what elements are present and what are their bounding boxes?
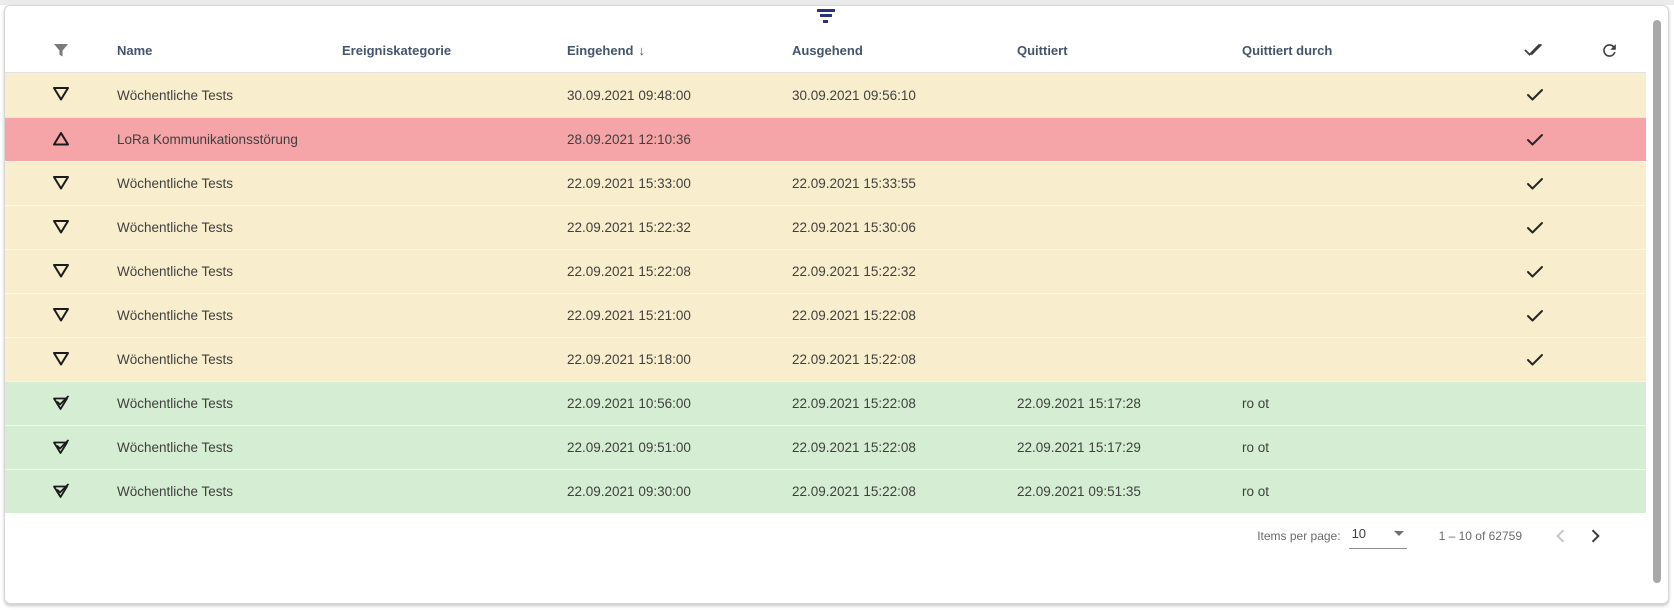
acknowledge-all-button[interactable]: [1520, 38, 1550, 62]
refresh-icon: [1600, 41, 1619, 60]
table-header-row: Name Ereigniskategorie Eingehend ↓ Ausge…: [5, 28, 1646, 73]
paginator-range-label: 1 – 10 of 62759: [1439, 529, 1522, 543]
row-quittiert-durch: ro ot: [1242, 440, 1498, 455]
filter-list-icon[interactable]: [817, 9, 835, 23]
row-eingehend: 22.09.2021 15:18:00: [567, 352, 792, 367]
table-row[interactable]: Wöchentliche Tests 22.09.2021 15:21:00 2…: [5, 293, 1646, 337]
row-quittiert-durch: ro ot: [1242, 484, 1498, 499]
row-name: Wöchentliche Tests: [117, 352, 342, 367]
column-header-ausgehend[interactable]: Ausgehend: [792, 43, 1017, 58]
card-bottom-spacer: [5, 559, 1646, 603]
column-header-quittiert-durch[interactable]: Quittiert durch: [1242, 43, 1498, 58]
acknowledge-check-icon[interactable]: [1526, 265, 1544, 279]
row-name: Wöchentliche Tests: [117, 264, 342, 279]
row-quittiert: 22.09.2021 15:17:29: [1017, 440, 1242, 455]
table-row[interactable]: Wöchentliche Tests 22.09.2021 15:18:00 2…: [5, 337, 1646, 381]
row-ausgehend: 22.09.2021 15:22:08: [792, 440, 1017, 455]
row-eingehend: 22.09.2021 15:22:08: [567, 264, 792, 279]
row-ausgehend: 22.09.2021 15:22:08: [792, 484, 1017, 499]
table-row[interactable]: Wöchentliche Tests 22.09.2021 15:33:00 2…: [5, 161, 1646, 205]
triangle-down-check-icon: [51, 438, 71, 458]
row-name: LoRa Kommunikationsstörung: [117, 132, 342, 147]
row-name: Wöchentliche Tests: [117, 176, 342, 191]
row-name: Wöchentliche Tests: [117, 440, 342, 455]
vertical-scrollbar-thumb[interactable]: [1653, 20, 1661, 583]
acknowledge-check-icon[interactable]: [1526, 177, 1544, 191]
row-eingehend: 28.09.2021 12:10:36: [567, 132, 792, 147]
column-header-ereigniskategorie[interactable]: Ereigniskategorie: [342, 43, 567, 58]
column-header-quittiert[interactable]: Quittiert: [1017, 43, 1242, 58]
row-eingehend: 22.09.2021 10:56:00: [567, 396, 792, 411]
triangle-down-icon: [51, 174, 71, 194]
acknowledge-check-icon[interactable]: [1526, 221, 1544, 235]
filter-funnel-icon[interactable]: [53, 43, 69, 58]
acknowledge-check-icon[interactable]: [1526, 353, 1544, 367]
items-per-page-select[interactable]: 10: [1349, 523, 1407, 549]
table-row[interactable]: Wöchentliche Tests 22.09.2021 09:51:00 2…: [5, 425, 1646, 469]
row-eingehend: 22.09.2021 15:22:32: [567, 220, 792, 235]
acknowledge-check-icon[interactable]: [1526, 309, 1544, 323]
table-row[interactable]: Wöchentliche Tests 22.09.2021 09:30:00 2…: [5, 469, 1646, 513]
row-eingehend: 22.09.2021 09:51:00: [567, 440, 792, 455]
triangle-down-icon: [51, 85, 71, 105]
sort-arrow-icon[interactable]: ↓: [638, 43, 645, 58]
paginator: Items per page: 10 1 – 10 of 62759: [5, 513, 1646, 559]
refresh-button[interactable]: [1596, 37, 1623, 64]
row-ausgehend: 22.09.2021 15:30:06: [792, 220, 1017, 235]
chevron-right-icon: [1585, 526, 1605, 546]
row-eingehend: 22.09.2021 15:33:00: [567, 176, 792, 191]
row-ausgehend: 22.09.2021 15:22:08: [792, 352, 1017, 367]
triangle-down-icon: [51, 350, 71, 370]
acknowledge-check-icon[interactable]: [1526, 133, 1544, 147]
page-size-value: 10: [1352, 526, 1366, 541]
row-eingehend: 22.09.2021 09:30:00: [567, 484, 792, 499]
triangle-down-check-icon: [51, 482, 71, 502]
done-all-icon: [1524, 42, 1546, 58]
triangle-down-icon: [51, 306, 71, 326]
row-quittiert-durch: ro ot: [1242, 396, 1498, 411]
column-header-eingehend[interactable]: Eingehend ↓: [567, 43, 792, 58]
row-name: Wöchentliche Tests: [117, 88, 342, 103]
filter-toggle-bar: [5, 6, 1646, 28]
table-body: Wöchentliche Tests 30.09.2021 09:48:00 3…: [5, 73, 1646, 513]
table-row[interactable]: Wöchentliche Tests 22.09.2021 10:56:00 2…: [5, 381, 1646, 425]
row-quittiert: 22.09.2021 15:17:28: [1017, 396, 1242, 411]
triangle-down-icon: [51, 262, 71, 282]
row-eingehend: 30.09.2021 09:48:00: [567, 88, 792, 103]
row-quittiert: 22.09.2021 09:51:35: [1017, 484, 1242, 499]
row-ausgehend: 22.09.2021 15:22:08: [792, 396, 1017, 411]
table-row[interactable]: LoRa Kommunikationsstörung 28.09.2021 12…: [5, 117, 1646, 161]
row-name: Wöchentliche Tests: [117, 484, 342, 499]
row-ausgehend: 22.09.2021 15:22:08: [792, 308, 1017, 323]
column-header-name[interactable]: Name: [117, 43, 342, 58]
row-ausgehend: 22.09.2021 15:33:55: [792, 176, 1017, 191]
next-page-button[interactable]: [1578, 519, 1612, 553]
table-row[interactable]: Wöchentliche Tests 22.09.2021 15:22:32 2…: [5, 205, 1646, 249]
row-name: Wöchentliche Tests: [117, 308, 342, 323]
row-name: Wöchentliche Tests: [117, 220, 342, 235]
previous-page-button[interactable]: [1544, 519, 1578, 553]
items-per-page-label: Items per page:: [1257, 529, 1340, 543]
row-ausgehend: 30.09.2021 09:56:10: [792, 88, 1017, 103]
triangle-down-icon: [51, 218, 71, 238]
table-row[interactable]: Wöchentliche Tests 22.09.2021 15:22:08 2…: [5, 249, 1646, 293]
chevron-left-icon: [1551, 526, 1571, 546]
triangle-down-check-icon: [51, 394, 71, 414]
acknowledge-check-icon[interactable]: [1526, 88, 1544, 102]
alarm-table-card: Name Ereigniskategorie Eingehend ↓ Ausge…: [4, 5, 1669, 604]
table-row[interactable]: Wöchentliche Tests 30.09.2021 09:48:00 3…: [5, 73, 1646, 117]
row-name: Wöchentliche Tests: [117, 396, 342, 411]
dropdown-arrow-icon: [1394, 531, 1404, 536]
row-ausgehend: 22.09.2021 15:22:32: [792, 264, 1017, 279]
triangle-up-icon: [51, 130, 71, 150]
row-eingehend: 22.09.2021 15:21:00: [567, 308, 792, 323]
